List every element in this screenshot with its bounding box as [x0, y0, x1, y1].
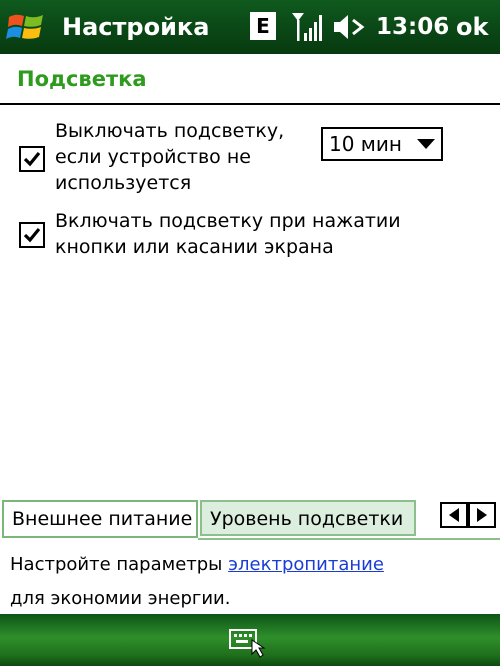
- turn-on-line-1: Включать подсветку при нажатии: [55, 210, 401, 232]
- turn-on-backlight-label: Включать подсветку при нажатии кнопки ил…: [55, 208, 485, 260]
- window-title: Настройка: [62, 13, 210, 41]
- power-settings-link[interactable]: электропитание: [228, 554, 384, 575]
- power-hint-line-2: для экономии энергии.: [10, 588, 231, 609]
- checkmark-icon: [23, 227, 41, 243]
- turn-on-backlight-checkbox[interactable]: [19, 222, 45, 248]
- turn-off-backlight-label: Выключать подсветку, если устройство не …: [55, 118, 305, 196]
- tab-baseline: [198, 538, 500, 540]
- tab-backlight-level[interactable]: Уровень подсветки: [200, 500, 416, 536]
- turn-on-line-2: кнопки или касании экрана: [55, 236, 334, 258]
- title-bar: Настройка E 13:06 ok: [0, 0, 500, 54]
- timeout-value: 10 мин: [329, 132, 402, 156]
- arrow-right-icon: [477, 508, 487, 522]
- tab-external-power[interactable]: Внешнее питание: [2, 500, 198, 538]
- heading-divider: [0, 103, 500, 105]
- chevron-down-icon: [417, 139, 435, 149]
- edge-network-badge: E: [250, 12, 276, 40]
- arrow-left-icon: [449, 508, 459, 522]
- input-panel-icon[interactable]: [226, 624, 270, 658]
- turn-off-backlight-checkbox[interactable]: [19, 146, 45, 172]
- power-hint-prefix: Настройте параметры: [10, 554, 229, 575]
- turn-off-line-1: Выключать подсветку,: [55, 120, 285, 142]
- soft-key-bar: [0, 614, 500, 666]
- speaker-muted-icon: [332, 12, 366, 42]
- power-hint-line-1: Настройте параметры электропитание: [10, 551, 384, 579]
- turn-off-line-2: если устройство не: [55, 146, 251, 168]
- tab-scroll-right-button[interactable]: [468, 502, 496, 528]
- tab-scroll-left-button[interactable]: [440, 502, 468, 528]
- clock: 13:06: [376, 14, 450, 40]
- page-heading: Подсветка: [17, 67, 147, 91]
- tab-scroll-buttons: [440, 502, 498, 528]
- ok-button[interactable]: ok: [456, 10, 488, 44]
- windows-start-icon[interactable]: [6, 8, 46, 46]
- checkmark-icon: [23, 151, 41, 167]
- signal-strength-icon: [290, 11, 324, 43]
- tab-strip: Внешнее питание Уровень подсветки: [0, 498, 500, 540]
- turn-off-line-3: используется: [55, 172, 192, 194]
- timeout-dropdown[interactable]: 10 мин: [321, 127, 443, 161]
